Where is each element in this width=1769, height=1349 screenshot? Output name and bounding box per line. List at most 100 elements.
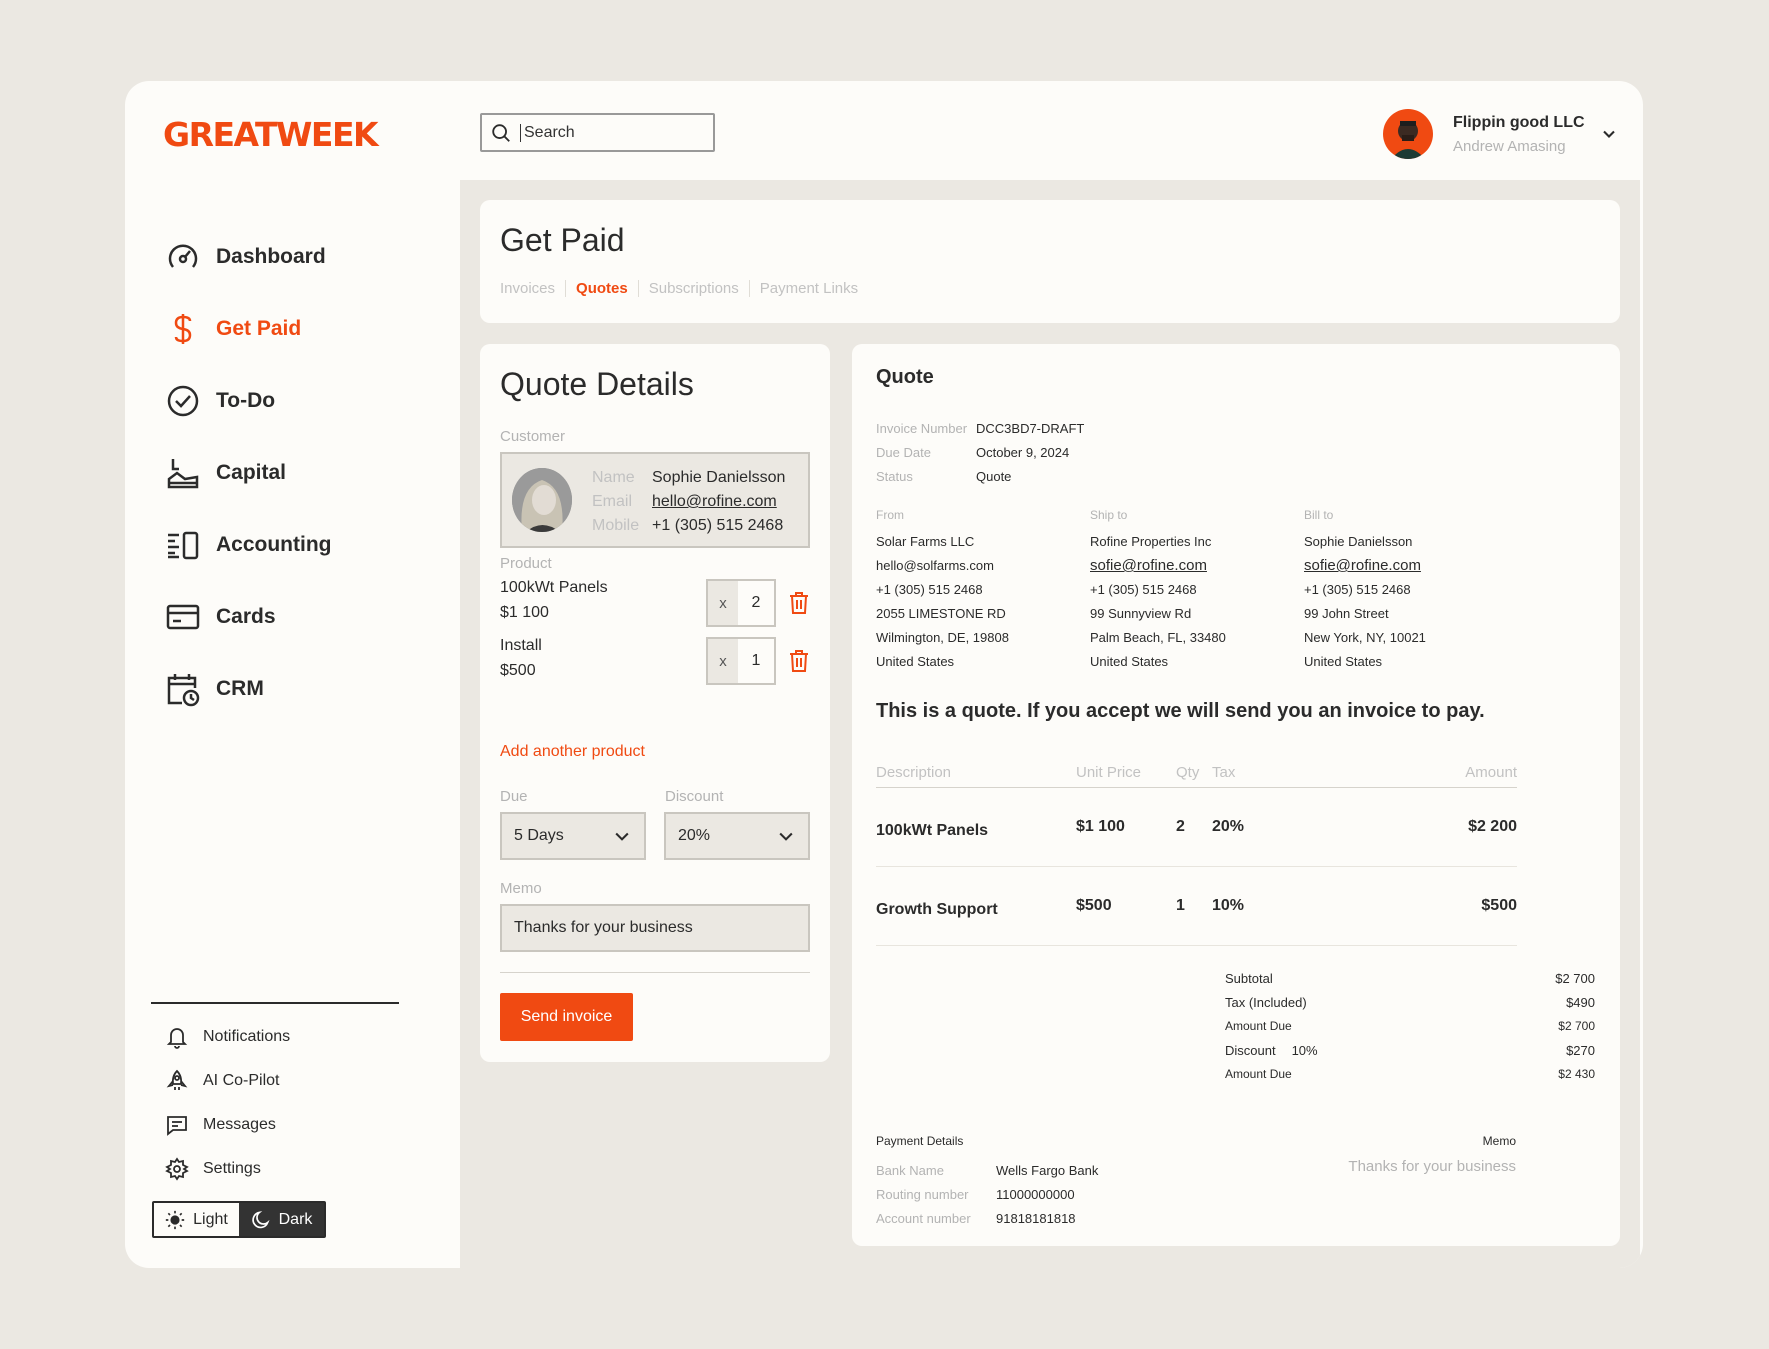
tab-subscriptions[interactable]: Subscriptions: [637, 280, 749, 297]
sidebar-item-label: Cards: [216, 605, 276, 628]
logo[interactable]: GREATWEEK: [163, 115, 379, 154]
table-cell: 20%: [1212, 818, 1245, 835]
sidebar-item-messages[interactable]: Messages: [165, 1103, 290, 1147]
table-row: Growth Support $500 1 10% $500: [876, 867, 1517, 946]
trash-icon[interactable]: [788, 649, 810, 673]
sidebar-item-label: Notifications: [203, 1028, 291, 1045]
theme-dark-button[interactable]: Dark: [239, 1203, 324, 1236]
trash-icon[interactable]: [788, 591, 810, 615]
sidebar-divider: [151, 1002, 399, 1004]
total-label: Tax (Included): [1225, 994, 1307, 1010]
theme-light-button[interactable]: Light: [154, 1203, 239, 1236]
total-row: Amount Due $2 700: [1225, 1014, 1595, 1038]
total-value: $2 700: [1555, 970, 1595, 986]
totals-block: Subtotal $2 700 Tax (Included) $490 Amount…: [1225, 966, 1595, 1086]
payment-row: Bank Name Wells Fargo Bank: [876, 1158, 1098, 1182]
secondary-nav: Notifications AI Co-Pilot Messages Setti…: [165, 1015, 290, 1191]
quantity-stepper[interactable]: x 2: [706, 579, 776, 627]
customer-box[interactable]: Name Sophie Danielsson Email hello@rofine.…: [500, 452, 810, 548]
sidebar-item-label: CRM: [216, 677, 264, 700]
due-label: Due: [500, 788, 528, 805]
sidebar-item-get-paid[interactable]: Get Paid: [165, 293, 332, 365]
table-header: Description Unit Price Qty Tax Amount: [876, 764, 1517, 788]
theme-toggle: Light Dark: [152, 1201, 326, 1238]
column-header: Unit Price: [1076, 764, 1142, 781]
card-icon: [166, 604, 200, 630]
sidebar-item-todo[interactable]: To-Do: [165, 365, 332, 437]
tab-quotes[interactable]: Quotes: [565, 280, 638, 297]
avatar[interactable]: [1383, 109, 1433, 159]
dollar-icon: [174, 314, 192, 344]
address-line: 99 Sunnyview Rd: [1090, 606, 1192, 621]
total-label: Subtotal: [1225, 970, 1273, 986]
accounting-icon: [168, 531, 199, 560]
sidebar-item-ai-copilot[interactable]: AI Co-Pilot: [165, 1059, 290, 1103]
tab-invoices[interactable]: Invoices: [500, 280, 565, 297]
line-items-table: Description Unit Price Qty Tax Amount 10…: [876, 764, 1517, 946]
product-label: Product: [500, 555, 552, 572]
due-value: 5 Days: [514, 827, 564, 844]
add-product-link[interactable]: Add another product: [500, 743, 645, 761]
app-window: GREATWEEK Flippin good LLC Andrew Amasin…: [125, 81, 1643, 1268]
account-company: Flippin good LLC: [1453, 113, 1585, 131]
customer-name: Sophie Danielsson: [652, 469, 786, 486]
address-heading: Bill to: [1304, 508, 1334, 522]
payment-row: Account number 91818181818: [876, 1206, 1098, 1230]
search-input[interactable]: [520, 123, 700, 142]
sidebar-item-accounting[interactable]: Accounting: [165, 509, 332, 581]
payment-row: Routing number 11000000000: [876, 1182, 1098, 1206]
send-invoice-button[interactable]: Send invoice: [500, 993, 633, 1041]
product-row: 100kWt Panels $1 100 x 2: [500, 579, 810, 627]
tab-payment-links[interactable]: Payment Links: [748, 280, 868, 297]
total-row: Tax (Included) $490: [1225, 990, 1595, 1014]
table-cell: Growth Support: [876, 901, 998, 918]
quantity-stepper[interactable]: x 1: [706, 637, 776, 685]
discount-value: 20%: [678, 827, 711, 844]
sidebar-item-capital[interactable]: Capital: [165, 437, 332, 509]
search-box[interactable]: [480, 113, 715, 152]
rocket-icon: [166, 1069, 188, 1090]
sidebar-item-dashboard[interactable]: Dashboard: [165, 221, 332, 293]
sidebar-item-notifications[interactable]: Notifications: [165, 1015, 290, 1059]
quantity-value[interactable]: 1: [738, 639, 774, 683]
account-switcher[interactable]: Flippin good LLC Andrew Amasing: [1383, 108, 1623, 160]
address-email-link[interactable]: sofie@rofine.com: [1090, 554, 1226, 578]
total-row: Subtotal $2 700: [1225, 966, 1595, 990]
from-address: From Solar Farms LLC hello@solfarms.com …: [876, 508, 1009, 674]
account-user: Andrew Amasing: [1453, 137, 1566, 155]
sidebar-item-label: AI Co-Pilot: [203, 1072, 280, 1089]
chevron-down-icon: [779, 832, 793, 841]
sidebar-item-label: Get Paid: [216, 317, 302, 340]
quote-details-card: Quote Details Customer Name Sophie Daniel…: [480, 344, 830, 1062]
customer-email-link[interactable]: hello@rofine.com: [652, 493, 777, 511]
table-cell: 1: [1176, 897, 1185, 914]
sidebar-item-label: Capital: [216, 461, 287, 484]
quote-preview-card: Quote Invoice Number DCC3BD7-DRAFT Due Da…: [852, 344, 1620, 1246]
meta-value: Quote: [976, 469, 1012, 484]
table-cell: 10%: [1212, 897, 1245, 914]
discount-percent: 10%: [1291, 1042, 1318, 1058]
table-cell: $500: [1076, 897, 1112, 914]
sidebar-item-cards[interactable]: Cards: [165, 581, 332, 653]
address-line: Palm Beach, FL, 33480: [1090, 630, 1226, 645]
sidebar-item-label: Messages: [203, 1116, 276, 1133]
address-heading: From: [876, 508, 904, 522]
memo-input[interactable]: [500, 904, 810, 952]
sidebar-item-crm[interactable]: CRM: [165, 653, 332, 725]
gear-icon: [165, 1157, 189, 1181]
chevron-down-icon[interactable]: [1599, 124, 1619, 144]
due-select[interactable]: 5 Days: [500, 812, 646, 860]
discount-select[interactable]: 20%: [664, 812, 810, 860]
sidebar-item-settings[interactable]: Settings: [165, 1147, 290, 1191]
address-line: 99 John Street: [1304, 606, 1389, 621]
column-header: Tax: [1212, 764, 1236, 781]
memo-text: Thanks for your business: [1348, 1158, 1516, 1175]
payment-details: Payment Details Bank Name Wells Fargo Ban…: [876, 1134, 1098, 1230]
discount-label: Discount: [665, 788, 724, 805]
payment-value: 91818181818: [996, 1210, 1076, 1226]
address-line: United States: [1304, 654, 1383, 669]
quote-title: Quote: [876, 366, 934, 388]
payment-title: Payment Details: [876, 1134, 964, 1148]
address-email-link[interactable]: sofie@rofine.com: [1304, 554, 1426, 578]
quantity-value[interactable]: 2: [738, 581, 774, 625]
